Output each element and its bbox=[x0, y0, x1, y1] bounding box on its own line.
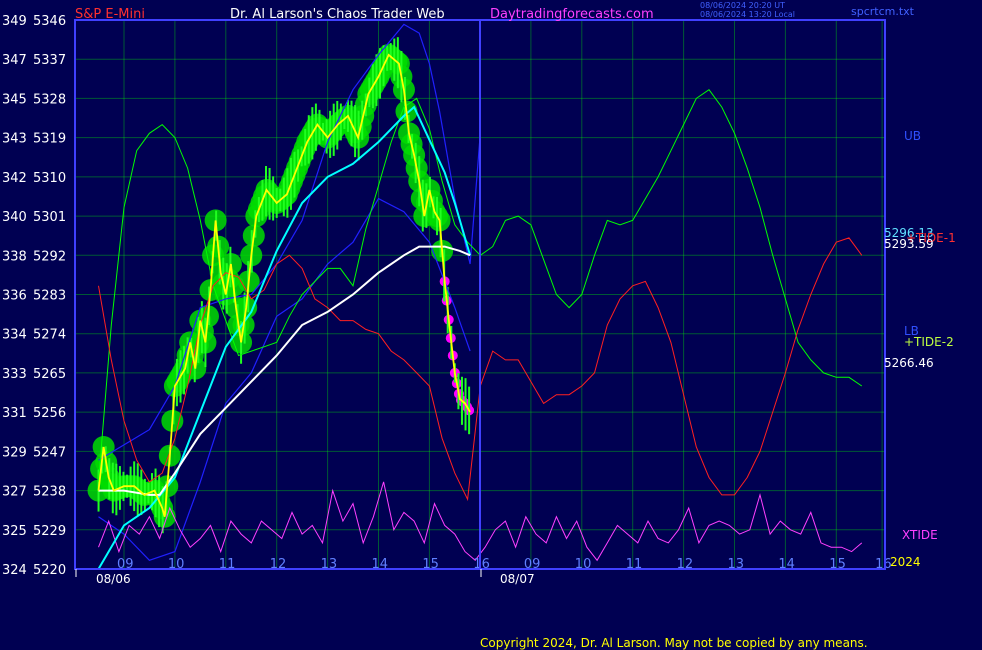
xtide-label: XTIDE bbox=[902, 528, 938, 542]
y-tick-label-right: 5274 bbox=[33, 328, 66, 343]
y-tick-label-right: 5337 bbox=[33, 53, 66, 68]
year-label: 2024 bbox=[890, 555, 921, 569]
y-tick-label-right: 5292 bbox=[33, 249, 66, 264]
site-url[interactable]: Daytradingforecasts.com bbox=[490, 7, 654, 22]
y-tick-label-right: 5256 bbox=[33, 406, 66, 421]
y-tick-label-right: 5283 bbox=[33, 289, 66, 304]
y-tick-label-right: 5346 bbox=[33, 14, 66, 29]
y-tick-label-left: 347 bbox=[2, 53, 27, 68]
green-value-label: 5266.46 bbox=[884, 356, 934, 370]
y-tick-label-right: 5328 bbox=[33, 92, 66, 107]
y-tick-label-left: 349 bbox=[2, 14, 27, 29]
timestamp-ut: 08/06/2024 20:20 UT bbox=[700, 1, 785, 10]
y-tick-label-left: 342 bbox=[2, 171, 27, 186]
y-tick-label-right: 5319 bbox=[33, 132, 66, 147]
y-tick-label-left: 345 bbox=[2, 92, 27, 107]
y-tick-label-right: 5310 bbox=[33, 171, 66, 186]
y-tick-label-left: 324 bbox=[2, 563, 27, 578]
y-tick-label-left: 334 bbox=[2, 328, 27, 343]
y-tick-label-left: 331 bbox=[2, 406, 27, 421]
y-tick-label-left: 340 bbox=[2, 210, 27, 225]
date-label: 08/07 bbox=[500, 572, 535, 586]
tide2-label: +TIDE-2 bbox=[904, 335, 954, 349]
ub-label: UB bbox=[904, 129, 921, 143]
data-filename: spcrtcm.txt bbox=[851, 5, 915, 18]
site-title: Dr. Al Larson's Chaos Trader Web bbox=[230, 7, 445, 22]
y-tick-label-left: 327 bbox=[2, 485, 27, 500]
y-tick-label-right: 5229 bbox=[33, 524, 66, 539]
y-tick-label-left: 333 bbox=[2, 367, 27, 382]
y-tick-label-right: 5301 bbox=[33, 210, 66, 225]
series-line-UB bbox=[98, 23, 481, 461]
instrument-title: S&P E-Mini bbox=[75, 7, 145, 22]
y-tick-label-right: 5238 bbox=[33, 485, 66, 500]
y-tick-label-right: 5220 bbox=[33, 563, 66, 578]
y-tick-label-right: 5265 bbox=[33, 367, 66, 382]
y-tick-label-left: 329 bbox=[2, 445, 27, 460]
copyright: Copyright 2024, Dr. Al Larson. May not b… bbox=[480, 636, 868, 650]
y-tick-label-left: 343 bbox=[2, 132, 27, 147]
y-tick-label-left: 336 bbox=[2, 289, 27, 304]
chart-canvas: 324 5220 325 5229 327 5238 329 5247 331 5256 333 52… bbox=[2, 1, 956, 650]
timestamp-local: 08/06/2024 13:20 Local bbox=[700, 10, 795, 19]
y-tick-label-right: 5247 bbox=[33, 445, 66, 460]
y-tick-label-left: 338 bbox=[2, 249, 27, 264]
red-value-label: 5293.59 bbox=[884, 237, 934, 251]
y-tick-label-left: 325 bbox=[2, 524, 27, 539]
date-label: 08/06 bbox=[96, 572, 131, 586]
